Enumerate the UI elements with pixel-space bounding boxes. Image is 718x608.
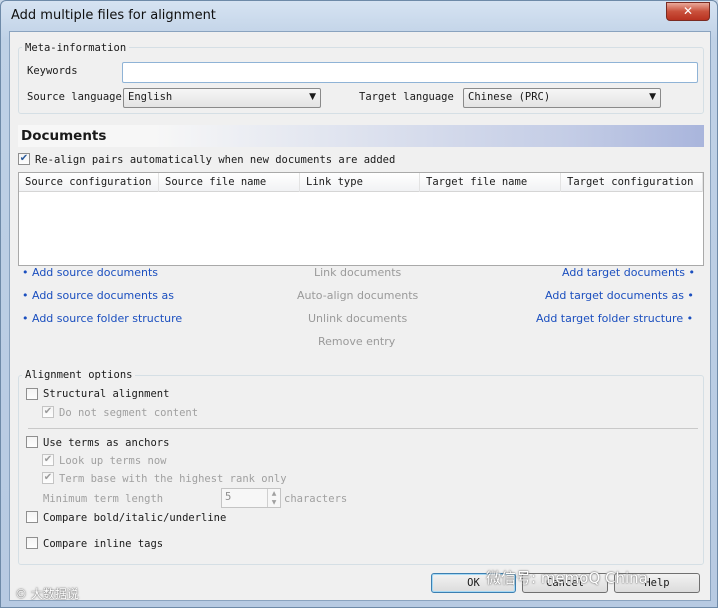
compare-bold-italic-label: Compare bold/italic/underline — [43, 512, 227, 524]
keywords-input[interactable] — [122, 62, 698, 83]
remove-entry-link[interactable]: Remove entry — [318, 335, 395, 348]
auto-align-documents-link[interactable]: Auto-align documents — [297, 289, 418, 302]
chevron-down-icon: ▼ — [309, 92, 316, 102]
look-up-terms-checkbox[interactable]: ✔ — [42, 454, 54, 466]
structural-alignment-label: Structural alignment — [43, 388, 170, 400]
target-language-value: Chinese (PRC) — [468, 91, 551, 103]
min-term-length-value: 5 — [225, 491, 232, 503]
source-language-value: English — [128, 91, 173, 103]
window-title: Add multiple files for alignment — [11, 8, 216, 23]
watermark-left: © 大数据说 — [15, 587, 79, 601]
keywords-label: Keywords — [27, 65, 78, 77]
target-language-select[interactable]: Chinese (PRC) ▼ — [463, 88, 661, 108]
close-icon: ✕ — [682, 4, 694, 18]
add-target-documents-as-link[interactable]: Add target documents as • — [545, 289, 694, 302]
target-language-label: Target language — [359, 91, 454, 103]
alignment-options-legend: Alignment options — [22, 369, 136, 381]
characters-label: characters — [284, 493, 348, 505]
term-base-rank-checkbox[interactable]: ✔ — [42, 472, 54, 484]
source-language-select[interactable]: English ▼ — [123, 88, 321, 108]
column-header[interactable]: Source configuration — [19, 173, 159, 192]
do-not-segment-checkbox[interactable]: ✔ — [42, 406, 54, 418]
documents-section-header: Documents — [18, 125, 704, 147]
min-term-length-stepper[interactable]: 5 ▲ ▼ — [221, 488, 281, 508]
add-source-folder-structure-link[interactable]: • Add source folder structure — [22, 312, 182, 325]
compare-bold-italic-checkbox[interactable] — [26, 511, 38, 523]
use-terms-anchors-checkbox[interactable] — [26, 436, 38, 448]
compare-inline-tags-label: Compare inline tags — [43, 538, 164, 550]
term-base-rank-label: Term base with the highest rank only — [59, 473, 287, 485]
unlink-documents-link[interactable]: Unlink documents — [308, 312, 407, 325]
realign-label: Re-align pairs automatically when new do… — [35, 154, 396, 166]
add-source-documents-as-link[interactable]: • Add source documents as — [22, 289, 174, 302]
source-language-label: Source language — [27, 91, 122, 103]
alignment-options-group — [18, 375, 704, 565]
divider — [28, 428, 698, 429]
column-header[interactable]: Target configuration — [561, 173, 703, 192]
add-target-documents-link[interactable]: Add target documents • — [562, 266, 695, 279]
dialog-window: Add multiple files for alignment ✕ Meta-… — [0, 0, 718, 608]
title-bar[interactable]: Add multiple files for alignment ✕ — [1, 1, 717, 31]
dialog-body: Meta-information Keywords Source languag… — [9, 31, 711, 601]
meta-information-legend: Meta-information — [22, 42, 130, 54]
do-not-segment-label: Do not segment content — [59, 407, 199, 419]
watermark-right: 微信号: memoQ China — [486, 569, 648, 587]
documents-table[interactable]: Source configuration Source file name Li… — [18, 172, 704, 266]
column-header[interactable]: Source file name — [159, 173, 300, 192]
close-button[interactable]: ✕ — [666, 2, 710, 21]
add-source-documents-link[interactable]: • Add source documents — [22, 266, 158, 279]
table-header: Source configuration Source file name Li… — [19, 173, 703, 192]
look-up-terms-label: Look up terms now — [59, 455, 167, 467]
add-target-folder-structure-link[interactable]: Add target folder structure • — [536, 312, 693, 325]
realign-checkbox[interactable]: ✔ — [18, 153, 30, 165]
chevron-down-icon: ▼ — [649, 92, 656, 102]
use-terms-anchors-label: Use terms as anchors — [43, 437, 170, 449]
structural-alignment-checkbox[interactable] — [26, 388, 38, 400]
min-term-length-label: Minimum term length — [43, 493, 164, 505]
compare-inline-tags-checkbox[interactable] — [26, 537, 38, 549]
stepper-arrows-icon[interactable]: ▲ ▼ — [267, 489, 280, 507]
column-header[interactable]: Link type — [300, 173, 420, 192]
column-header[interactable]: Target file name — [420, 173, 561, 192]
link-documents-link[interactable]: Link documents — [314, 266, 401, 279]
